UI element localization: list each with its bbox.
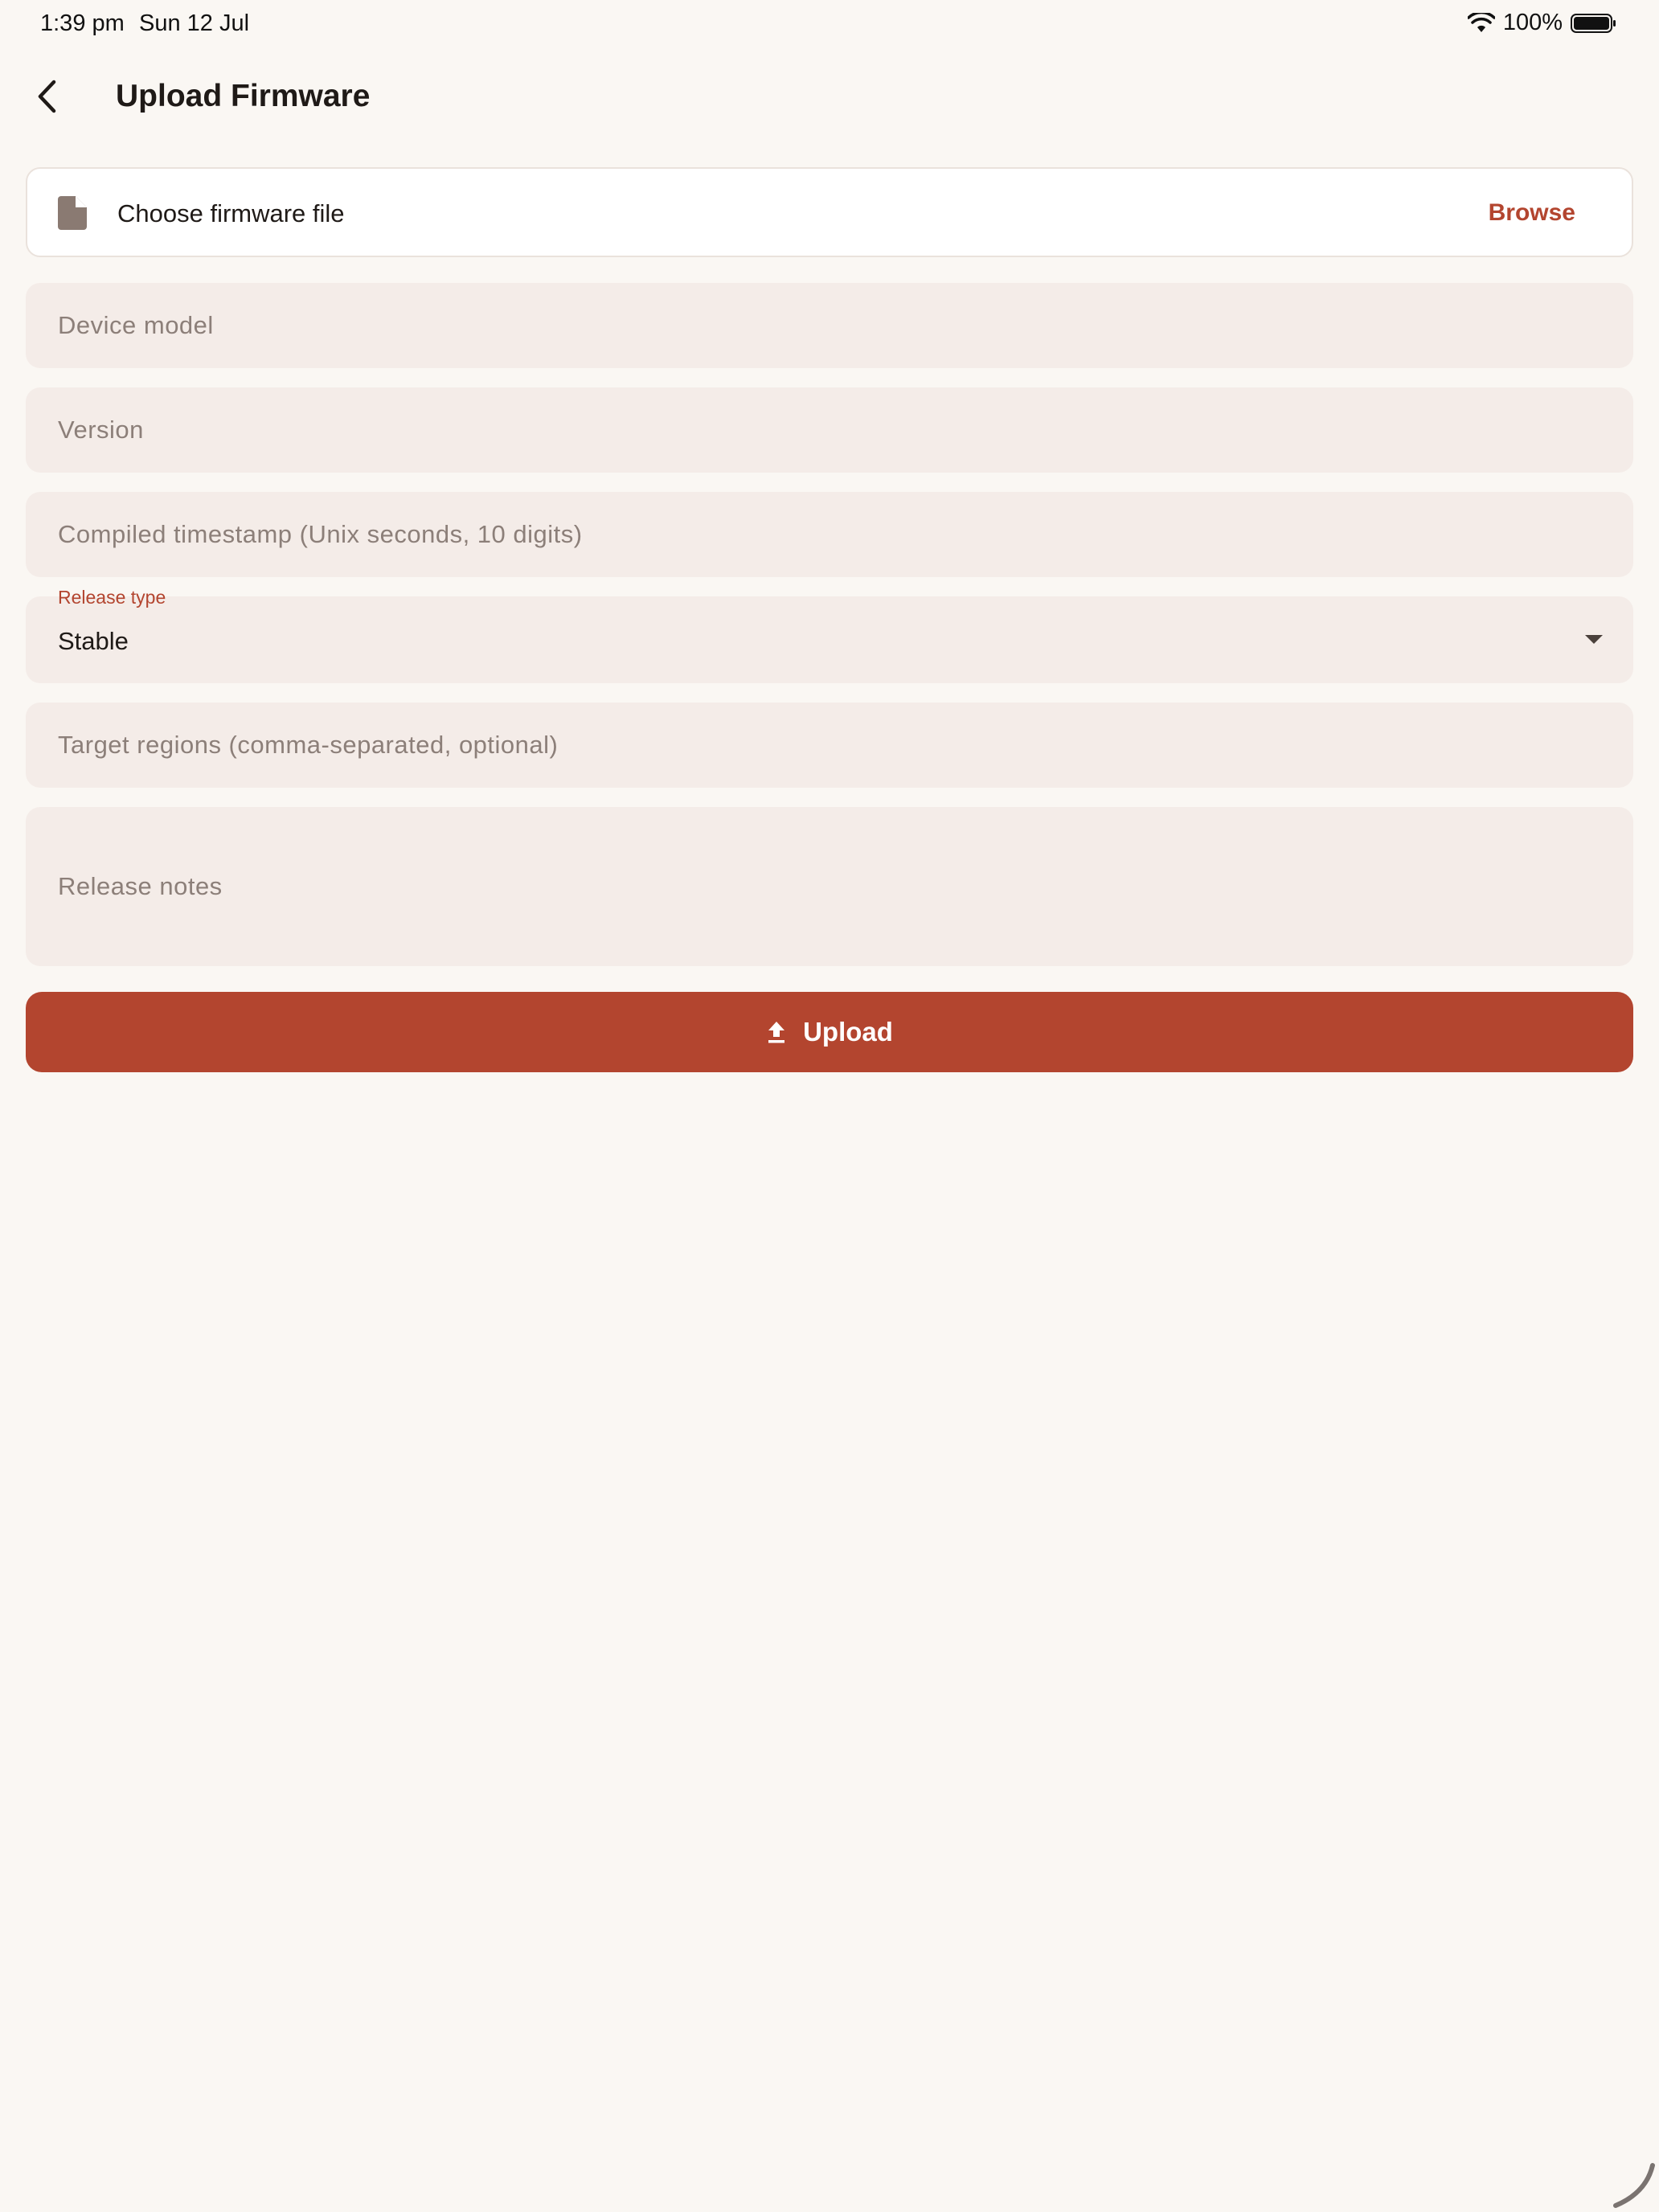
target-regions-field[interactable]: Target regions (comma-separated, optiona… — [26, 703, 1633, 788]
wifi-icon — [1467, 12, 1495, 32]
release-notes-field[interactable]: Release notes — [26, 807, 1633, 966]
release-type-label: Release type — [58, 587, 166, 608]
version-placeholder: Version — [58, 416, 144, 444]
back-button[interactable] — [24, 74, 69, 119]
target-regions-placeholder: Target regions (comma-separated, optiona… — [58, 731, 559, 759]
file-picker[interactable]: Choose firmware file Browse — [26, 167, 1633, 257]
upload-button[interactable]: Upload — [26, 992, 1633, 1072]
compiled-timestamp-field[interactable]: Compiled timestamp (Unix seconds, 10 dig… — [26, 492, 1633, 577]
file-icon — [58, 196, 87, 230]
status-indicators: 100% — [1467, 10, 1617, 36]
release-notes-placeholder: Release notes — [58, 872, 223, 900]
file-picker-label: Choose firmware file — [117, 199, 345, 227]
status-date: Sun 12 Jul — [139, 10, 250, 36]
status-time: 1:39 pm — [40, 10, 125, 36]
app-header: Upload Firmware — [0, 64, 1659, 129]
release-type-value: Stable — [58, 627, 129, 655]
battery-percent: 100% — [1502, 10, 1563, 35]
battery-icon — [1571, 13, 1616, 33]
dropdown-arrow-icon — [1585, 635, 1603, 644]
version-field[interactable]: Version — [26, 387, 1633, 473]
device-model-field[interactable]: Device model — [26, 283, 1633, 368]
corner-indicator-icon — [1613, 2163, 1655, 2208]
upload-icon — [768, 1022, 785, 1043]
compiled-timestamp-placeholder: Compiled timestamp (Unix seconds, 10 dig… — [58, 520, 583, 548]
status-bar: 1:39 pm Sun 12 Jul 100% — [0, 0, 1659, 51]
chevron-left-icon — [38, 80, 56, 113]
device-model-placeholder: Device model — [58, 311, 214, 339]
release-type-select[interactable]: Stable — [26, 596, 1633, 683]
page-title: Upload Firmware — [116, 79, 371, 113]
browse-button[interactable]: Browse — [1489, 199, 1575, 227]
upload-button-label: Upload — [803, 1017, 893, 1047]
